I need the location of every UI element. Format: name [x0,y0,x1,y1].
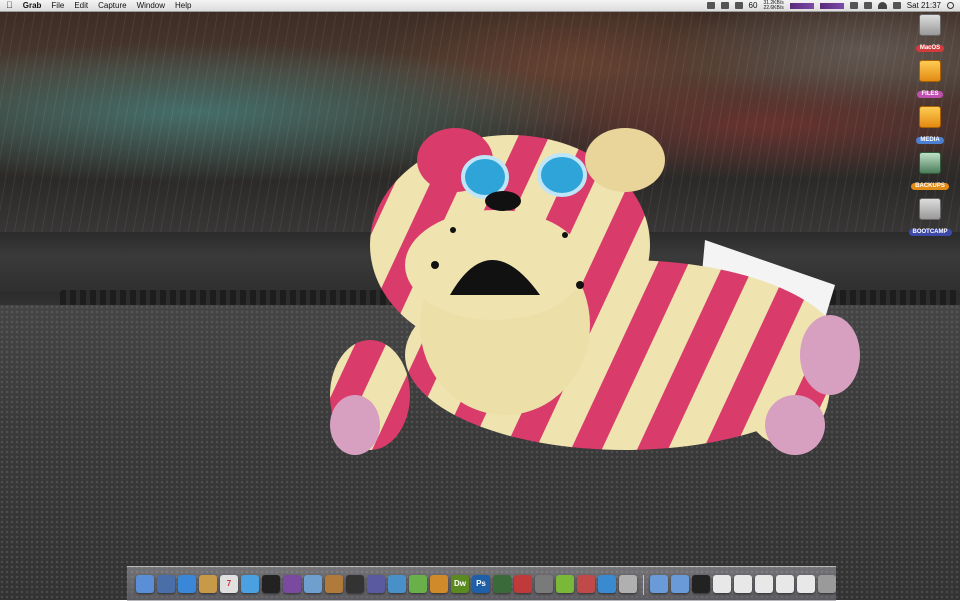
hard-drive-icon[interactable] [919,14,941,36]
apple-menu-icon[interactable]:  [6,0,13,11]
drive-label: FILES [917,91,943,98]
folder-icon[interactable] [650,575,668,593]
time-machine-drive-icon[interactable] [919,152,941,174]
dock: 7 Dw Ps [127,566,836,601]
desktop-wallpaper: Bagpuss [0,0,960,600]
document-icon[interactable] [713,575,731,593]
desktop-drive-files[interactable]: FILES [900,60,960,100]
memory-meter-icon[interactable] [819,2,844,9]
document-icon[interactable] [755,575,773,593]
drive-label: MEDIA [916,137,944,144]
document-icon[interactable] [797,575,815,593]
desktop-drive-backups[interactable]: BACKUPS [900,152,960,192]
menu-capture[interactable]: Capture [98,0,126,11]
pen-icon[interactable] [367,575,385,593]
terminal-icon[interactable] [262,575,280,593]
dock-separator [643,575,644,595]
spotlight-icon[interactable] [947,2,954,9]
menu-clock[interactable]: Sat 21:37 [907,0,941,11]
trash-icon[interactable] [818,575,836,593]
calculator-icon[interactable] [535,575,553,593]
cyberduck-icon[interactable] [598,575,616,593]
fugu-icon[interactable] [493,575,511,593]
battery-percent[interactable]: 60 [749,0,758,11]
desktop-drive-macos[interactable]: MacOS [900,14,960,54]
desktop-drive-bootcamp[interactable]: BOOTCAMP [900,198,960,238]
network-monitor[interactable]: 31.2KB/s 22.6KB/s [763,0,784,11]
plush-cat-toy: Bagpuss [330,128,860,455]
menu-bar:  Grab File Edit Capture Window Help 60 … [0,0,960,12]
photo-app-icon[interactable] [283,575,301,593]
dock-item-glyph: 7 [226,579,232,588]
battery-icon[interactable] [734,2,743,9]
finder-icon[interactable] [136,575,154,593]
hard-drive-icon[interactable] [919,198,941,220]
wifi-icon[interactable] [877,2,887,9]
network-download: 22.6KB/s [763,4,784,11]
frog-icon[interactable] [409,575,427,593]
preview-icon[interactable] [157,575,175,593]
menu-window[interactable]: Window [137,0,165,11]
menu-file[interactable]: File [51,0,64,11]
volume-icon[interactable] [892,2,901,9]
clapper-icon[interactable] [346,575,364,593]
iphoto-icon[interactable] [304,575,322,593]
android-icon[interactable] [556,575,574,593]
sync-icon[interactable] [849,2,858,9]
document-stack-icon[interactable] [692,575,710,593]
colorful-app-icon[interactable] [577,575,595,593]
dreamweaver-icon[interactable]: Dw [451,575,469,593]
itunes-icon[interactable] [241,575,259,593]
desktop-drive-media[interactable]: MEDIA [900,106,960,146]
usb-drive-icon[interactable] [919,60,941,82]
folder-icon[interactable] [671,575,689,593]
safari-icon[interactable] [178,575,196,593]
menu-edit[interactable]: Edit [74,0,88,11]
keychain-icon[interactable] [619,575,637,593]
guitar-icon[interactable] [325,575,343,593]
dock-item-glyph: Ps [476,579,486,588]
photoshop-icon[interactable]: Ps [472,575,490,593]
ical-icon[interactable]: 7 [220,575,238,593]
time-machine-icon[interactable] [863,2,872,9]
document-icon[interactable] [734,575,752,593]
menu-grab[interactable]: Grab [23,0,42,11]
dock-item-glyph: Dw [454,579,466,588]
fireworks-icon[interactable] [430,575,448,593]
drive-label: BACKUPS [911,183,949,190]
menu-help[interactable]: Help [175,0,191,11]
monitor-icon[interactable] [720,2,729,9]
cpu-meter-icon[interactable] [789,2,814,9]
screen-sharing-icon[interactable] [514,575,532,593]
chart-app-icon[interactable] [388,575,406,593]
document-icon[interactable] [776,575,794,593]
menu-extra-icon[interactable] [706,2,715,9]
drive-label: MacOS [915,45,945,52]
usb-drive-icon[interactable] [919,106,941,128]
drive-label: BOOTCAMP [908,229,952,236]
address-book-icon[interactable] [199,575,217,593]
